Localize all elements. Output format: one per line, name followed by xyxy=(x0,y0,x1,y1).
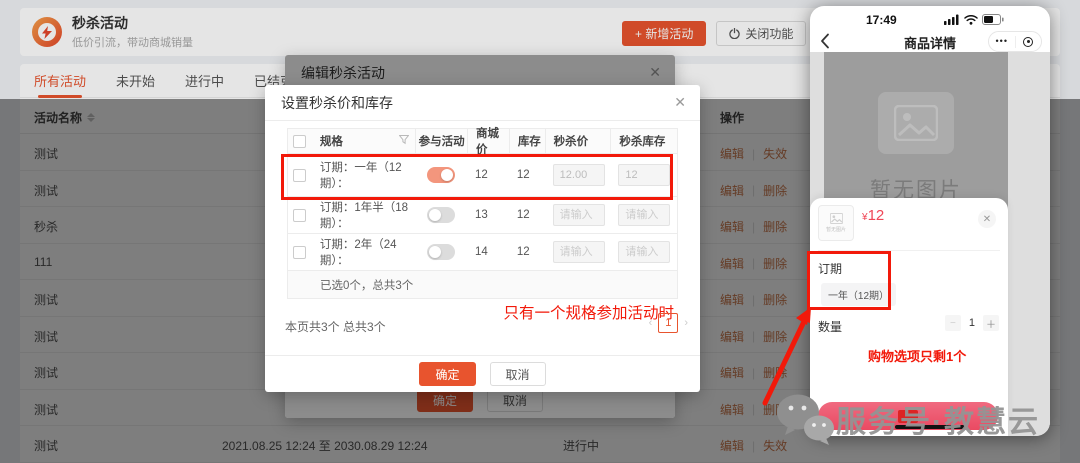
row-checkbox[interactable] xyxy=(293,209,306,222)
annotation-box-sku-row xyxy=(281,154,673,200)
seckill-stock-input[interactable] xyxy=(618,241,670,263)
prev-page-icon[interactable]: ‹ xyxy=(649,317,653,329)
watermark-text: 服务号·教慧云 xyxy=(836,397,1040,441)
page: 秒杀活动 低价引流，带动商城销量 + 新增活动 关闭功能 操作教程 所有活动 未… xyxy=(0,0,1080,463)
quantity-stepper: − 1 ＋ xyxy=(945,315,999,331)
phone-nav-bar: 商品详情 ••• xyxy=(810,28,1050,54)
signal-icon xyxy=(944,14,960,25)
spec-label: 订期：1年半（18期）： xyxy=(312,197,415,233)
phone-screen: 暂无图片 暂无图片 ¥12 ✕ 订期 一年（12期） 数量 − 1 ＋ xyxy=(810,52,1050,436)
next-page-icon[interactable]: › xyxy=(684,317,688,329)
product-thumbnail: 暂无图片 xyxy=(818,205,854,241)
column-mall-price: 商城价 xyxy=(467,129,509,153)
miniprogram-capsule: ••• xyxy=(988,31,1042,52)
quantity-label: 数量 xyxy=(818,318,842,335)
stock: 12 xyxy=(509,234,545,270)
stock: 12 xyxy=(509,197,545,233)
row-checkbox[interactable] xyxy=(293,246,306,259)
battery-icon xyxy=(982,14,1004,25)
sku-price-modal: 设置秒杀价和库存 ✕ 规格 参与活动 商城价 库存 秒杀价 秒杀库存 订期：一年… xyxy=(265,85,700,392)
status-time: 17:49 xyxy=(866,13,897,27)
seckill-price-input[interactable] xyxy=(553,204,605,226)
participate-toggle[interactable] xyxy=(427,207,455,223)
annotation-text-phone: 购物选项只剩1个 xyxy=(868,346,966,365)
seckill-stock-input[interactable] xyxy=(618,204,670,226)
column-seckill-price: 秒杀价 xyxy=(545,129,611,153)
column-spec: 规格 xyxy=(320,133,343,149)
select-all-checkbox[interactable] xyxy=(293,135,306,148)
wechat-icon xyxy=(774,390,836,448)
participate-toggle[interactable] xyxy=(427,244,455,260)
more-icon[interactable]: ••• xyxy=(989,37,1015,46)
column-join: 参与活动 xyxy=(415,129,467,153)
selection-summary: 已选0个，总共3个 xyxy=(288,270,677,298)
sku-modal-confirm-button[interactable]: 确定 xyxy=(419,362,475,386)
filter-icon[interactable] xyxy=(399,135,409,148)
sku-row: 订期：1年半（18期）： 13 12 xyxy=(288,196,677,233)
column-seckill-stock: 秒杀库存 xyxy=(610,129,677,153)
sku-row: 订期：2年（24期）： 14 12 xyxy=(288,233,677,270)
close-icon[interactable]: ✕ xyxy=(674,95,686,109)
mall-price: 14 xyxy=(467,234,509,270)
pagination: ‹ 1 › xyxy=(649,313,688,333)
plus-button[interactable]: ＋ xyxy=(983,315,999,331)
column-stock: 库存 xyxy=(509,129,545,153)
sheet-price: ¥12 xyxy=(862,207,884,224)
sku-modal-title: 设置秒杀价和库存 xyxy=(281,93,393,113)
mall-price: 13 xyxy=(467,197,509,233)
spec-label: 订期：2年（24期）： xyxy=(312,234,415,270)
minus-button[interactable]: − xyxy=(945,315,961,331)
page-1-button[interactable]: 1 xyxy=(658,313,678,333)
sku-modal-cancel-button[interactable]: 取消 xyxy=(490,362,546,386)
seckill-price-input[interactable] xyxy=(553,241,605,263)
wifi-icon xyxy=(964,14,978,25)
quantity-value: 1 xyxy=(969,317,975,329)
phone-preview: 17:49 商品详情 ••• 暂无图片 xyxy=(810,6,1050,436)
exit-icon[interactable] xyxy=(1016,37,1042,47)
sku-table-header: 规格 参与活动 商城价 库存 秒杀价 秒杀库存 xyxy=(288,129,677,153)
close-icon[interactable]: ✕ xyxy=(978,210,996,228)
phone-status-bar: 17:49 xyxy=(810,6,1050,28)
page-summary: 本页共3个 总共3个 xyxy=(285,318,386,335)
